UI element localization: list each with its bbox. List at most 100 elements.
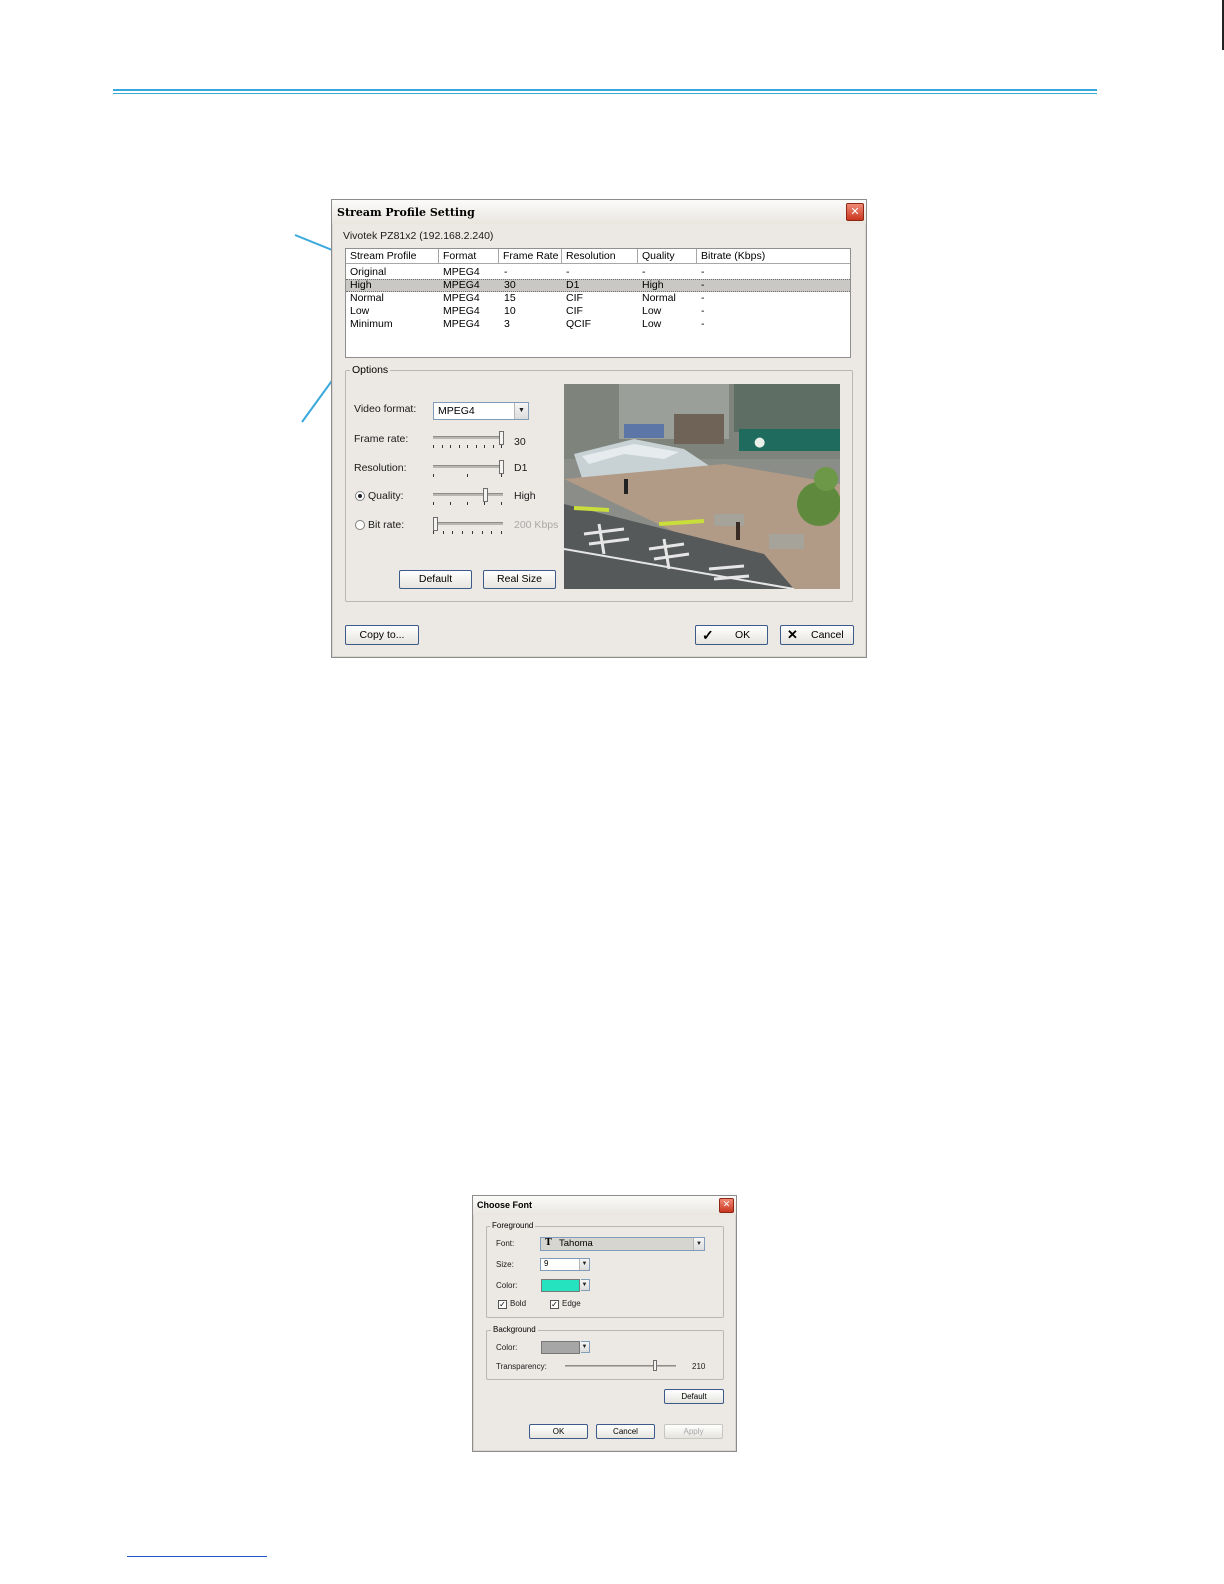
default-button[interactable]: Default <box>664 1389 724 1404</box>
cell-profile: High <box>350 279 372 291</box>
bitrate-slider[interactable] <box>433 522 503 525</box>
background-color-swatch[interactable] <box>541 1341 580 1354</box>
slider-tick <box>467 474 468 477</box>
column-header[interactable]: Frame Rate <box>499 249 562 263</box>
cell-frame-rate: 30 <box>504 279 516 291</box>
copy-to-button[interactable]: Copy to... <box>345 625 419 645</box>
ok-button[interactable]: ✓ OK <box>695 625 768 645</box>
slider-tick <box>443 531 444 534</box>
cancel-button[interactable]: Cancel <box>596 1424 655 1439</box>
chevron-down-icon[interactable]: ▼ <box>514 403 528 419</box>
slider-tick <box>442 445 443 448</box>
column-header[interactable]: Format <box>439 249 499 263</box>
bitrate-label: Bit rate: <box>368 519 405 531</box>
cell-profile: Minimum <box>350 318 393 330</box>
table-row[interactable]: Normal MPEG4 15 CIF Normal - <box>346 292 850 305</box>
dialog-titlebar: Choose Font ✕ <box>473 1196 736 1215</box>
resolution-value: D1 <box>514 462 528 474</box>
checkmark-icon: ✓ <box>702 627 714 643</box>
table-row[interactable]: Original MPEG4 - - - - <box>346 266 850 279</box>
size-select[interactable]: 9 ▼ <box>540 1258 590 1271</box>
cell-resolution: CIF <box>566 292 583 304</box>
ok-button[interactable]: OK <box>529 1424 588 1439</box>
resolution-slider-thumb[interactable] <box>499 460 504 474</box>
apply-button[interactable]: Apply <box>664 1424 723 1439</box>
column-header[interactable]: Bitrate (Kbps) <box>697 249 850 263</box>
default-button[interactable]: Default <box>399 570 472 589</box>
choose-font-dialog: Choose Font ✕ Foreground Font: T Tahoma … <box>472 1195 737 1452</box>
chevron-down-icon[interactable]: ▼ <box>579 1259 589 1270</box>
bitrate-value: 200 Kbps <box>514 519 559 531</box>
frame-rate-slider-thumb[interactable] <box>499 431 504 445</box>
chevron-down-icon[interactable]: ▼ <box>580 1280 589 1290</box>
slider-tick <box>493 445 494 448</box>
resolution-slider[interactable] <box>433 465 503 468</box>
table-row-selected[interactable]: High MPEG4 30 D1 High - <box>346 279 850 292</box>
background-color-dropdown[interactable]: ▼ <box>580 1341 590 1353</box>
column-header[interactable]: Resolution <box>562 249 638 263</box>
cell-resolution: - <box>566 266 570 278</box>
foreground-color-dropdown[interactable]: ▼ <box>580 1279 590 1291</box>
header-rule-thin <box>113 93 1097 94</box>
quality-slider[interactable] <box>433 493 503 496</box>
video-format-select[interactable]: MPEG4 ▼ <box>433 402 529 420</box>
transparency-slider-thumb[interactable] <box>652 1360 657 1371</box>
quality-radio[interactable] <box>355 491 365 501</box>
quality-value: High <box>514 490 536 502</box>
size-label: Size: <box>496 1260 514 1269</box>
slider-tick <box>501 502 502 505</box>
bitrate-slider-thumb[interactable] <box>433 517 438 531</box>
cell-profile: Low <box>350 305 370 317</box>
font-label: Font: <box>496 1239 515 1248</box>
table-row[interactable]: Low MPEG4 10 CIF Low - <box>346 305 850 318</box>
font-value: Tahoma <box>559 1238 593 1249</box>
transparency-slider[interactable] <box>565 1365 676 1367</box>
frame-rate-value: 30 <box>514 436 526 448</box>
slider-tick <box>472 531 473 534</box>
frame-rate-slider[interactable] <box>433 436 503 439</box>
camera-label: Vivotek PZ81x2 (192.168.2.240) <box>343 230 494 242</box>
slider-tick <box>467 502 468 505</box>
cell-bitrate: - <box>701 318 705 330</box>
resolution-label: Resolution: <box>354 462 407 474</box>
stream-profile-table: Stream Profile Format Frame Rate Resolut… <box>345 248 851 358</box>
cancel-button[interactable]: ✕ Cancel <box>780 625 854 645</box>
font-select[interactable]: T Tahoma ▼ <box>540 1237 705 1251</box>
foreground-group-label: Foreground <box>490 1221 536 1230</box>
cell-quality: Low <box>642 318 662 330</box>
background-color-label: Color: <box>496 1343 518 1352</box>
column-header[interactable]: Stream Profile <box>346 249 439 263</box>
column-header[interactable]: Quality <box>638 249 697 263</box>
cell-resolution: D1 <box>566 279 580 291</box>
close-icon[interactable]: ✕ <box>719 1198 734 1213</box>
header-rule <box>113 89 1097 91</box>
slider-tick <box>484 445 485 448</box>
bold-checkbox[interactable]: ✓ <box>498 1300 507 1309</box>
camera-scene: ● <box>564 384 840 589</box>
footer-rule <box>127 1556 267 1557</box>
cell-bitrate: - <box>701 292 705 304</box>
background-group <box>486 1330 724 1380</box>
cell-frame-rate: 15 <box>504 292 516 304</box>
chevron-down-icon[interactable]: ▼ <box>580 1342 589 1352</box>
size-value: 9 <box>544 1259 549 1268</box>
foreground-color-swatch[interactable] <box>541 1279 580 1292</box>
close-icon[interactable]: ✕ <box>846 203 864 221</box>
stream-profile-dialog: Stream Profile Setting ✕ Vivotek PZ81x2 … <box>331 199 867 658</box>
table-row[interactable]: Minimum MPEG4 3 QCIF Low - <box>346 318 850 331</box>
slider-tick <box>476 445 477 448</box>
cell-resolution: QCIF <box>566 318 592 330</box>
cell-profile: Normal <box>350 292 384 304</box>
cell-frame-rate: - <box>504 266 508 278</box>
real-size-button[interactable]: Real Size <box>483 570 556 589</box>
bitrate-radio[interactable] <box>355 520 365 530</box>
chevron-down-icon[interactable]: ▼ <box>693 1238 704 1250</box>
transparency-value: 210 <box>692 1362 706 1371</box>
edge-checkbox[interactable]: ✓ <box>550 1300 559 1309</box>
quality-slider-thumb[interactable] <box>482 488 488 502</box>
cell-bitrate: - <box>701 266 705 278</box>
table-header: Stream Profile Format Frame Rate Resolut… <box>346 249 850 264</box>
cell-bitrate: - <box>701 305 705 317</box>
edge-label: Edge <box>562 1299 581 1308</box>
video-format-label: Video format: <box>354 403 417 415</box>
